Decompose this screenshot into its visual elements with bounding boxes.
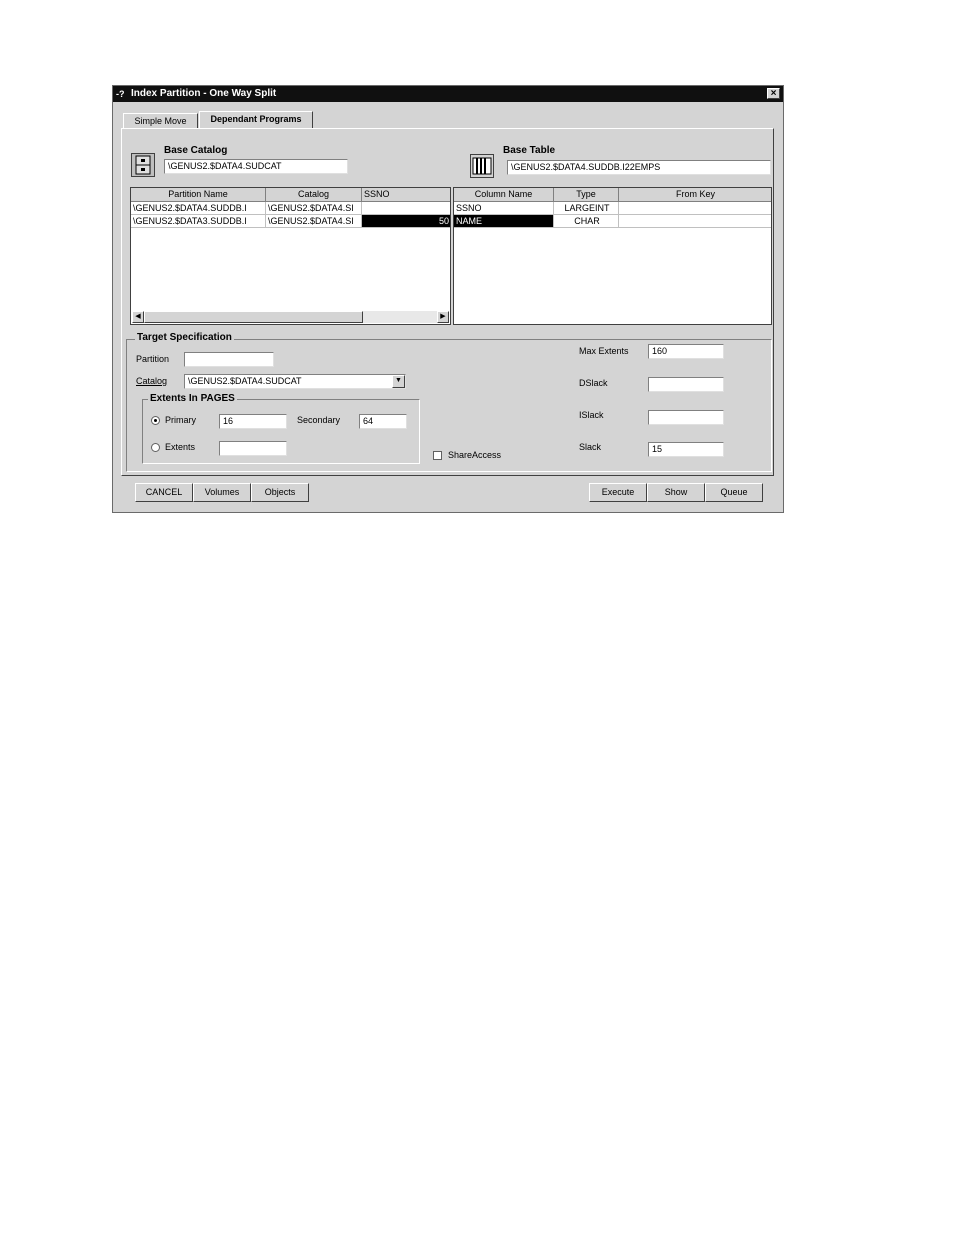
- primary-field[interactable]: 16: [219, 414, 287, 429]
- cancel-button[interactable]: CANCEL: [135, 483, 193, 502]
- dslack-field[interactable]: [648, 377, 724, 392]
- horizontal-scrollbar[interactable]: ◀ ▶: [132, 311, 449, 323]
- partition-grid[interactable]: Partition Name Catalog SSNO \GENUS2.$DAT…: [130, 187, 451, 325]
- table-cell-selected[interactable]: NAME: [454, 215, 554, 228]
- scroll-right-icon[interactable]: ▶: [437, 311, 449, 323]
- extents-radio[interactable]: [151, 443, 160, 452]
- column-header-type[interactable]: Type: [554, 188, 619, 202]
- secondary-label: Secondary: [297, 415, 341, 425]
- title-bar[interactable]: -? Index Partition - One Way Split ×: [113, 86, 783, 102]
- scroll-thumb[interactable]: [144, 311, 363, 323]
- table-cell[interactable]: \GENUS2.$DATA4.SI: [266, 202, 362, 215]
- partition-field[interactable]: [184, 352, 274, 367]
- column-header-column-name[interactable]: Column Name: [454, 188, 554, 202]
- islack-field[interactable]: [648, 410, 724, 425]
- column-header-ssno[interactable]: SSNO: [362, 188, 450, 202]
- partition-label: Partition: [136, 354, 170, 364]
- index-partition-dialog: -? Index Partition - One Way Split × Sim…: [112, 85, 784, 513]
- base-catalog-label: Base Catalog: [164, 145, 228, 156]
- tab-dependant-programs[interactable]: Dependant Programs: [199, 111, 313, 128]
- primary-radio[interactable]: [151, 416, 160, 425]
- tab-simple-move[interactable]: Simple Move: [123, 113, 198, 128]
- base-table-field[interactable]: \GENUS2.$DATA4.SUDDB.I22EMPS: [507, 160, 771, 175]
- tab-panel: Base Catalog \GENUS2.$DATA4.SUDCAT Base …: [121, 128, 774, 476]
- table-cell-selected[interactable]: 50: [362, 215, 450, 228]
- execute-button[interactable]: Execute: [589, 483, 647, 502]
- slack-field[interactable]: 15: [648, 442, 724, 457]
- extents-title: Extents In PAGES: [148, 393, 237, 404]
- dslack-label: DSlack: [579, 378, 608, 388]
- share-access-label: ShareAccess: [448, 450, 502, 460]
- table-cell[interactable]: [362, 202, 450, 215]
- show-button[interactable]: Show: [647, 483, 705, 502]
- base-table-label: Base Table: [503, 145, 556, 156]
- column-header-catalog[interactable]: Catalog: [266, 188, 362, 202]
- table-cell[interactable]: LARGEINT: [554, 202, 619, 215]
- table-cell[interactable]: \GENUS2.$DATA4.SUDDB.I: [131, 202, 266, 215]
- slack-label: Slack: [579, 442, 602, 452]
- table-cell[interactable]: [619, 202, 771, 215]
- chevron-down-icon[interactable]: ▼: [392, 375, 405, 388]
- primary-label: Primary: [165, 415, 196, 425]
- queue-button[interactable]: Queue: [705, 483, 763, 502]
- extents-label: Extents: [165, 442, 196, 452]
- extents-field[interactable]: [219, 441, 287, 456]
- column-grid[interactable]: Column Name Type From Key SSNO LARGEINT …: [453, 187, 772, 325]
- window-title: Index Partition - One Way Split: [131, 88, 277, 99]
- column-header-partition-name[interactable]: Partition Name: [131, 188, 266, 202]
- volumes-button[interactable]: Volumes: [193, 483, 251, 502]
- max-extents-field[interactable]: 160: [648, 344, 724, 359]
- table-cell[interactable]: [619, 215, 771, 228]
- secondary-field[interactable]: 64: [359, 414, 407, 429]
- table-icon: [470, 154, 494, 178]
- table-cell[interactable]: CHAR: [554, 215, 619, 228]
- share-access-checkbox[interactable]: [433, 451, 442, 460]
- scroll-left-icon[interactable]: ◀: [132, 311, 144, 323]
- app-icon: -?: [116, 89, 125, 99]
- target-specification-title: Target Specification: [135, 332, 234, 343]
- islack-label: ISlack: [579, 410, 604, 420]
- catalog-select[interactable]: \GENUS2.$DATA4.SUDCAT: [184, 374, 406, 389]
- objects-button[interactable]: Objects: [251, 483, 309, 502]
- table-cell[interactable]: \GENUS2.$DATA4.SI: [266, 215, 362, 228]
- max-extents-label: Max Extents: [579, 346, 629, 356]
- column-header-from-key[interactable]: From Key: [619, 188, 771, 202]
- table-cell[interactable]: \GENUS2.$DATA3.SUDDB.I: [131, 215, 266, 228]
- base-catalog-field[interactable]: \GENUS2.$DATA4.SUDCAT: [164, 159, 348, 174]
- table-cell[interactable]: SSNO: [454, 202, 554, 215]
- catalog-label: Catalog: [136, 376, 168, 386]
- close-icon[interactable]: ×: [767, 88, 780, 99]
- catalog-cabinet-icon: [131, 153, 155, 177]
